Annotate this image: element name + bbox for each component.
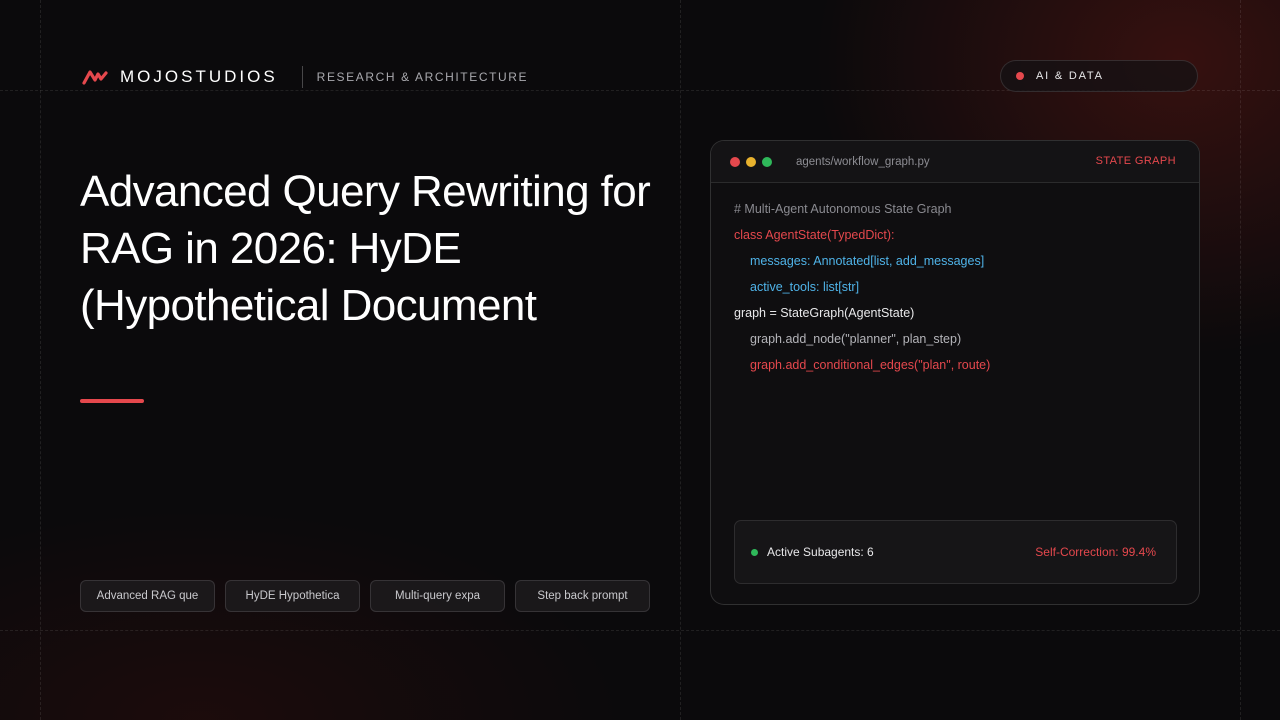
page-title: Advanced Query Rewriting for RAG in 2026…	[80, 163, 670, 334]
brand-header: MOJOSTUDIOS RESEARCH & ARCHITECTURE	[82, 64, 528, 90]
window-tag: STATE GRAPH	[1095, 155, 1176, 167]
brand-name: MOJOSTUDIOS	[120, 67, 278, 86]
active-subagents-status: Active Subagents: 6	[767, 545, 874, 559]
code-line: class AgentState(TypedDict):	[734, 228, 895, 242]
tag-chip[interactable]: Advanced RAG que	[80, 580, 215, 612]
self-correction-status: Self-Correction: 99.4%	[1035, 545, 1156, 559]
badge-label: AI & DATA	[1036, 70, 1104, 82]
title-line: (Hypothetical Document	[80, 281, 537, 330]
status-dot-icon	[751, 548, 758, 556]
code-window: agents/workflow_graph.py STATE GRAPH # M…	[710, 140, 1200, 605]
code-line: graph.add_node("planner", plan_step)	[750, 332, 962, 346]
title-line: Advanced Query Rewriting for	[80, 167, 651, 216]
window-filename: agents/workflow_graph.py	[796, 155, 930, 168]
code-line: # Multi-Agent Autonomous State Graph	[734, 202, 952, 216]
brand-divider	[301, 66, 303, 88]
tag-list: Advanced RAG que HyDE Hypothetica Multi-…	[80, 580, 650, 612]
title-line: RAG in 2026: HyDE	[80, 224, 462, 273]
slide-canvas: MOJOSTUDIOS RESEARCH & ARCHITECTURE AI &…	[0, 0, 1280, 720]
tag-chip[interactable]: HyDE Hypothetica	[225, 580, 360, 612]
window-titlebar: agents/workflow_graph.py STATE GRAPH	[711, 141, 1199, 183]
mojo-logo-icon	[82, 70, 108, 85]
status-panel: Active Subagents: 6 Self-Correction: 99.…	[734, 520, 1177, 584]
badge-dot-icon	[1016, 72, 1024, 80]
brand-tagline: RESEARCH & ARCHITECTURE	[316, 70, 529, 84]
title-accent-bar	[80, 399, 144, 403]
code-line: active_tools: list[str]	[750, 280, 860, 294]
grid-line	[0, 630, 1280, 631]
code-line: messages: Annotated[list, add_messages]	[750, 254, 985, 268]
tag-chip[interactable]: Multi-query expa	[370, 580, 505, 612]
grid-line	[680, 0, 681, 720]
tag-chip[interactable]: Step back prompt	[515, 580, 650, 612]
window-maximize-icon	[762, 156, 772, 167]
window-minimize-icon	[746, 156, 756, 167]
code-line: graph = StateGraph(AgentState)	[734, 306, 915, 320]
code-block: # Multi-Agent Autonomous State Graph cla…	[734, 196, 1179, 378]
grid-line	[40, 0, 41, 720]
grid-line	[1240, 0, 1241, 720]
window-close-icon	[730, 156, 740, 167]
code-line: graph.add_conditional_edges("plan", rout…	[750, 358, 991, 372]
category-badge: AI & DATA	[1000, 60, 1198, 92]
